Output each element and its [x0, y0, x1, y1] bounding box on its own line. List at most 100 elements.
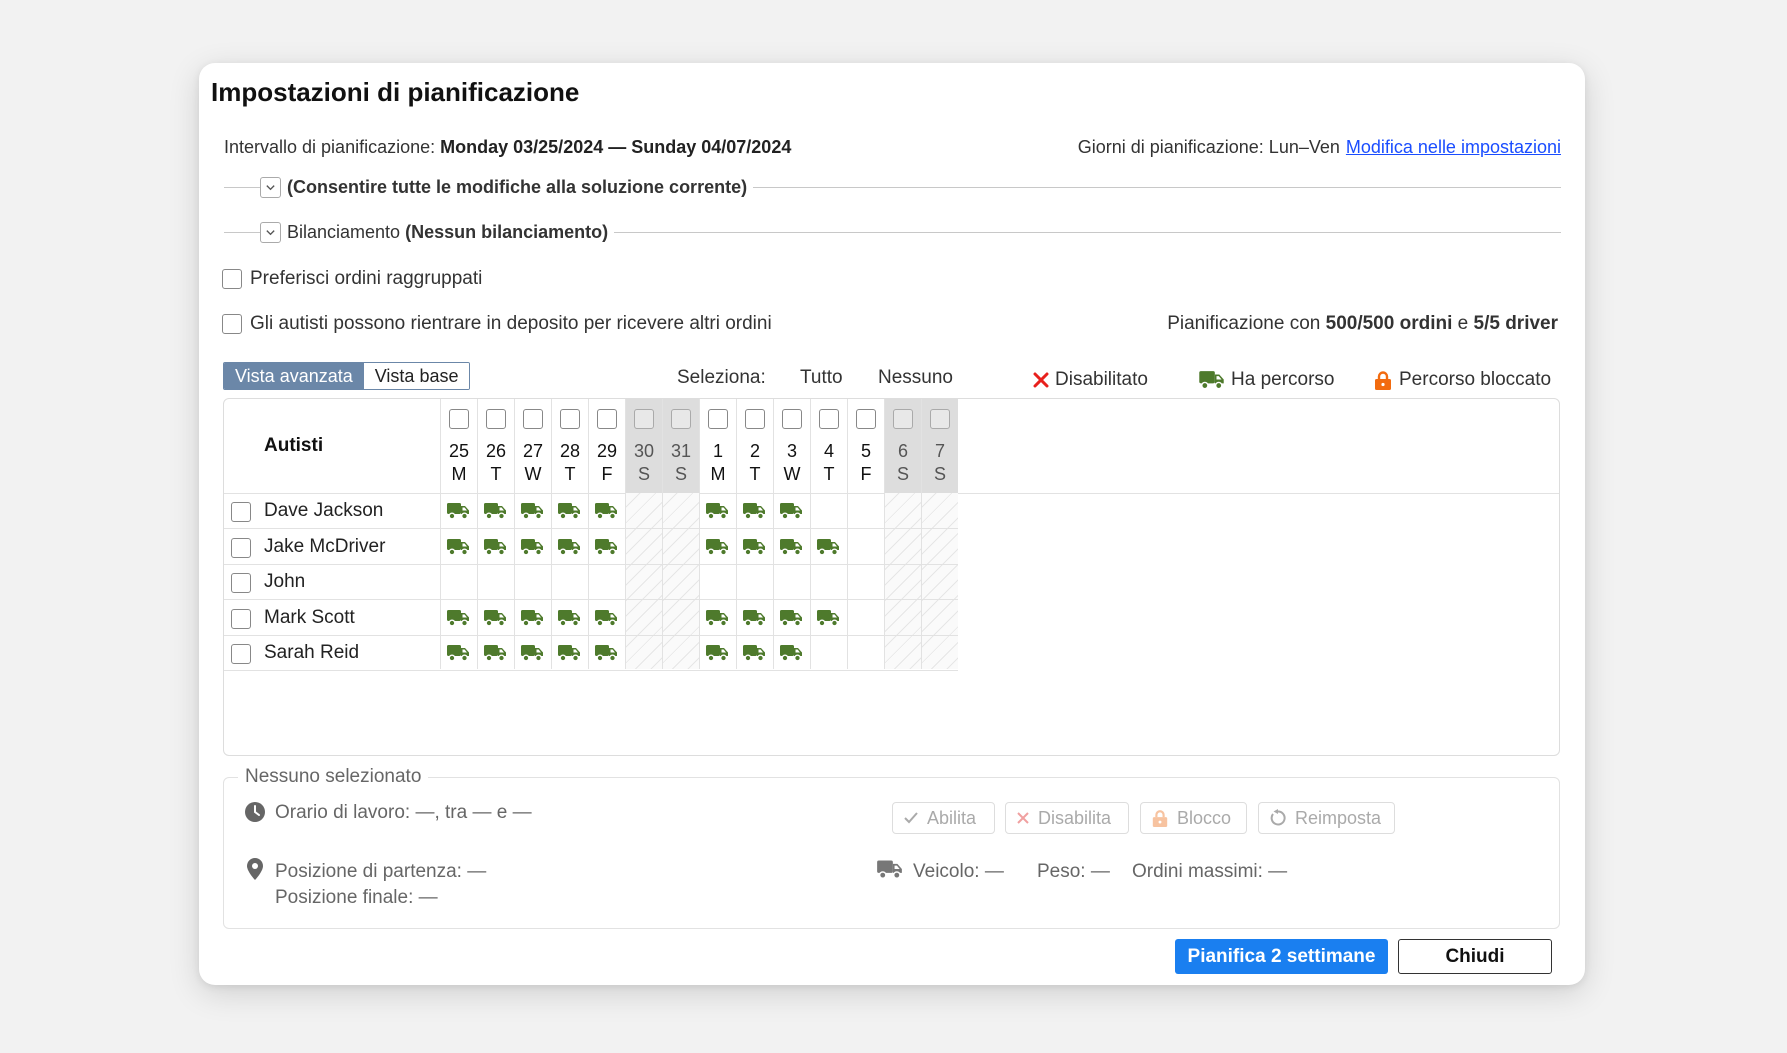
close-button[interactable]: Chiudi — [1398, 939, 1552, 974]
day-number: 30 — [633, 441, 655, 461]
day-letter: T — [490, 464, 502, 484]
day-number: 29 — [596, 441, 618, 461]
day-letter: W — [783, 464, 801, 484]
route-truck-icon[interactable] — [705, 502, 729, 520]
route-truck-icon[interactable] — [557, 644, 581, 662]
driver-checkbox[interactable] — [231, 644, 251, 664]
route-truck-icon[interactable] — [446, 538, 470, 556]
day-checkbox[interactable] — [782, 409, 802, 429]
max-orders-text: Ordini massimi: — — [1132, 861, 1288, 882]
return-depot-option[interactable]: Gli autisti possono rientrare in deposit… — [222, 311, 772, 337]
day-letter: S — [674, 464, 687, 484]
return-depot-checkbox[interactable] — [222, 314, 242, 334]
route-truck-icon[interactable] — [520, 609, 544, 627]
driver-checkbox[interactable] — [231, 537, 251, 558]
driver-row[interactable]: Jake McDriver — [224, 530, 958, 565]
edit-settings-link[interactable]: Modifica nelle impostazioni — [1346, 137, 1561, 157]
route-truck-icon[interactable] — [557, 538, 581, 556]
day-checkbox[interactable] — [819, 409, 839, 429]
route-truck-icon[interactable] — [779, 502, 803, 520]
day-number: 26 — [485, 441, 507, 461]
route-truck-icon[interactable] — [779, 644, 803, 662]
route-truck-icon[interactable] — [446, 502, 470, 520]
driver-checkbox[interactable] — [231, 573, 251, 593]
reset-icon — [1270, 809, 1286, 826]
day-checkbox[interactable] — [745, 409, 765, 429]
route-truck-icon[interactable] — [520, 538, 544, 556]
driver-row[interactable]: Sarah Reid — [224, 636, 958, 671]
dialog-title: Impostazioni di pianificazione — [211, 77, 580, 107]
day-header: 31 S — [663, 399, 699, 493]
select-none-link[interactable]: Nessuno — [878, 367, 953, 389]
disable-button[interactable]: Disabilita — [1005, 802, 1129, 834]
route-truck-icon[interactable] — [557, 609, 581, 627]
route-truck-icon[interactable] — [816, 609, 840, 627]
day-checkbox[interactable] — [708, 409, 728, 429]
driver-row[interactable]: Dave Jackson — [224, 494, 958, 529]
route-truck-icon[interactable] — [520, 644, 544, 662]
day-checkbox[interactable] — [597, 409, 617, 429]
day-checkbox[interactable] — [449, 409, 469, 429]
prefer-grouped-option[interactable]: Preferisci ordini raggruppati — [222, 266, 482, 292]
route-truck-icon[interactable] — [446, 609, 470, 627]
start-position-text: Posizione di partenza: — — [275, 861, 487, 882]
driver-name: Mark Scott — [264, 606, 355, 628]
route-truck-icon[interactable] — [520, 502, 544, 520]
route-truck-icon[interactable] — [483, 609, 507, 627]
route-truck-icon[interactable] — [779, 609, 803, 627]
truck-icon — [1199, 371, 1224, 390]
day-checkbox[interactable] — [560, 409, 580, 429]
route-truck-icon[interactable] — [446, 644, 470, 662]
route-truck-icon[interactable] — [594, 502, 618, 520]
lock-button[interactable]: Blocco — [1140, 802, 1247, 834]
reset-button[interactable]: Reimposta — [1258, 802, 1395, 834]
day-letter: W — [524, 464, 542, 484]
expand-changes-chevron-icon[interactable] — [260, 176, 281, 198]
driver-checkbox[interactable] — [231, 502, 251, 522]
route-truck-icon[interactable] — [594, 609, 618, 627]
advanced-view-tab[interactable]: Vista avanzata — [224, 363, 364, 389]
route-truck-icon[interactable] — [816, 538, 840, 556]
day-checkbox — [671, 409, 691, 429]
route-truck-icon[interactable] — [483, 502, 507, 520]
day-header: 25 M — [441, 399, 477, 493]
select-all-link[interactable]: Tutto — [800, 367, 843, 389]
day-checkbox[interactable] — [486, 409, 506, 429]
disable-x-icon — [1017, 812, 1029, 824]
lock-icon — [1375, 371, 1391, 390]
work-hours-text: Orario di lavoro: —, tra — e — — [275, 802, 532, 823]
day-checkbox[interactable] — [523, 409, 543, 429]
route-truck-icon[interactable] — [742, 502, 766, 520]
plan-two-weeks-button[interactable]: Pianifica 2 settimane — [1175, 939, 1388, 974]
day-number: 7 — [934, 441, 945, 461]
planning-stats: Pianificazione con 500/500 ordini e 5/5 … — [1167, 313, 1558, 334]
route-truck-icon[interactable] — [557, 502, 581, 520]
route-truck-icon[interactable] — [483, 538, 507, 556]
legend-has-route: Ha percorso — [1198, 368, 1335, 392]
day-header: 3W — [774, 399, 810, 493]
day-checkbox[interactable] — [856, 409, 876, 429]
expand-balancing-chevron-icon[interactable] — [260, 221, 281, 243]
driver-row[interactable]: John — [224, 565, 958, 600]
balancing-value: (Nessun bilanciamento) — [405, 221, 609, 242]
day-letter: F — [860, 464, 872, 484]
driver-row[interactable]: Mark Scott — [224, 601, 958, 636]
basic-view-tab[interactable]: Vista base — [363, 363, 470, 389]
route-truck-icon[interactable] — [705, 609, 729, 627]
prefer-grouped-checkbox[interactable] — [222, 269, 242, 289]
day-header: 6S — [885, 399, 921, 493]
route-truck-icon[interactable] — [594, 538, 618, 556]
route-truck-icon[interactable] — [483, 644, 507, 662]
route-truck-icon[interactable] — [594, 644, 618, 662]
check-icon — [904, 812, 918, 824]
route-truck-icon[interactable] — [742, 609, 766, 627]
route-truck-icon[interactable] — [779, 538, 803, 556]
driver-checkbox[interactable] — [231, 608, 251, 629]
day-letter: S — [896, 464, 909, 484]
route-truck-icon[interactable] — [742, 538, 766, 556]
route-truck-icon[interactable] — [705, 538, 729, 556]
day-number: 25 — [448, 441, 470, 461]
route-truck-icon[interactable] — [705, 644, 729, 662]
route-truck-icon[interactable] — [742, 644, 766, 662]
enable-button[interactable]: Abilita — [892, 802, 995, 834]
